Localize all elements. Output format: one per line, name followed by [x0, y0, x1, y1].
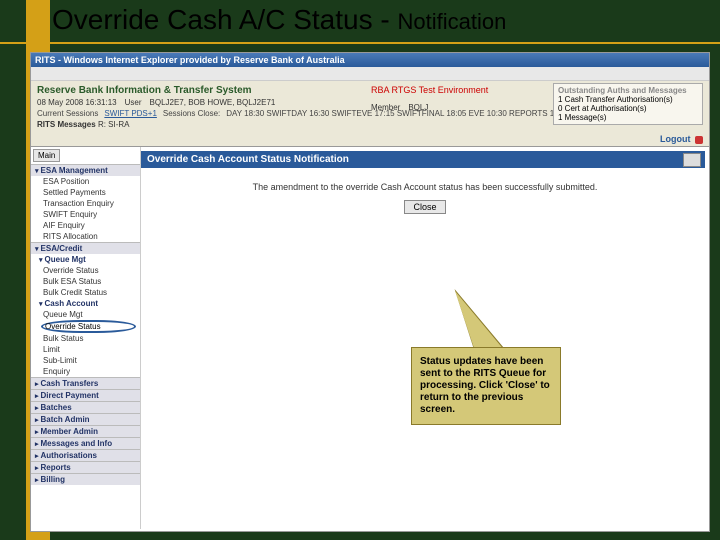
sidebar-section-header[interactable]: Cash Transfers	[31, 377, 140, 389]
sidebar-subheader[interactable]: Cash Account	[31, 298, 140, 309]
instruction-callout: Status updates have been sent to the RIT…	[411, 347, 561, 425]
sessions-close-label: Sessions Close:	[163, 109, 220, 118]
sessions-label: Current Sessions	[37, 109, 98, 118]
printer-icon[interactable]	[683, 153, 701, 167]
header-date: 08 May 2008 16:31:13	[37, 98, 117, 107]
user-value: BQLJ2E7, BOB HOWE, BQLJ2E71	[150, 98, 276, 107]
sidebar-item[interactable]: SWIFT Enquiry	[31, 209, 140, 220]
rits-messages: R: SI-RA	[98, 120, 130, 129]
auths-line: 1 Message(s)	[558, 113, 698, 122]
sidebar-item[interactable]: Bulk Credit Status	[31, 287, 140, 298]
sidebar-section-header[interactable]: Batches	[31, 401, 140, 413]
browser-toolbar	[31, 67, 709, 81]
sidebar-section-header[interactable]: ESA/Credit	[31, 242, 140, 254]
auths-title: Outstanding Auths and Messages	[558, 86, 698, 95]
sidebar-section-header[interactable]: Reports	[31, 461, 140, 473]
rits-messages-label: RITS Messages	[37, 120, 96, 129]
sidebar-item[interactable]: Transaction Enquiry	[31, 198, 140, 209]
sidebar-item[interactable]: Sub-Limit	[31, 355, 140, 366]
sidebar-item[interactable]: Override Status	[31, 265, 140, 276]
sidebar-item[interactable]: Settled Payments	[31, 187, 140, 198]
auths-line: 0 Cert at Authorisation(s)	[558, 104, 698, 113]
auths-line: 1 Cash Transfer Authorisation(s)	[558, 95, 698, 104]
sidebar-item[interactable]: Enquiry	[31, 366, 140, 377]
callout-tail	[447, 291, 505, 351]
content-title-text: Override Cash Account Status Notificatio…	[147, 154, 349, 165]
window-title-bar: RITS - Windows Internet Explorer provide…	[31, 53, 709, 67]
sidebar-section-header[interactable]: Billing	[31, 473, 140, 485]
sidebar-item-selected[interactable]: Override Status	[41, 320, 136, 333]
content-area: Override Cash Account Status Notificatio…	[141, 147, 709, 529]
app-header: Reserve Bank Information & Transfer Syst…	[31, 81, 709, 147]
browser-window: RITS - Windows Internet Explorer provide…	[30, 52, 710, 532]
outstanding-auths-box[interactable]: Outstanding Auths and Messages 1 Cash Tr…	[553, 83, 703, 125]
main-button[interactable]: Main	[33, 149, 60, 162]
environment-label: RBA RTGS Test Environment	[371, 85, 488, 95]
logout-link[interactable]: Logout	[660, 134, 703, 144]
sidebar-item[interactable]: ESA Position	[31, 176, 140, 187]
sidebar-section-header[interactable]: Batch Admin	[31, 413, 140, 425]
logout-icon	[695, 136, 703, 144]
sidebar-section-header[interactable]: Messages and Info	[31, 437, 140, 449]
sidebar-section-header[interactable]: ESA Management	[31, 164, 140, 176]
content-title: Override Cash Account Status Notificatio…	[141, 151, 705, 168]
slide-underline	[0, 42, 720, 44]
sidebar-item[interactable]: AIF Enquiry	[31, 220, 140, 231]
sidebar-item[interactable]: Bulk Status	[31, 333, 140, 344]
sidebar-subheader[interactable]: Queue Mgt	[31, 254, 140, 265]
sessions-link[interactable]: SWIFT PDS+1	[104, 109, 157, 118]
slide-title: Override Cash A/C Status - Notification	[52, 4, 712, 36]
sidebar-item[interactable]: Bulk ESA Status	[31, 276, 140, 287]
sidebar: Main ESA ManagementESA PositionSettled P…	[31, 147, 141, 529]
sidebar-section-header[interactable]: Direct Payment	[31, 389, 140, 401]
user-label: User	[125, 98, 142, 107]
sidebar-item[interactable]: Queue Mgt	[31, 309, 140, 320]
sidebar-section-header[interactable]: Member Admin	[31, 425, 140, 437]
logout-label: Logout	[660, 134, 691, 144]
close-button[interactable]: Close	[404, 200, 445, 214]
notification-message: The amendment to the override Cash Accou…	[161, 182, 689, 192]
sidebar-item[interactable]: Limit	[31, 344, 140, 355]
slide-title-main: Override Cash A/C Status -	[52, 4, 397, 35]
member-label: Member	[371, 103, 400, 112]
sidebar-item[interactable]: RITS Allocation	[31, 231, 140, 242]
sidebar-section-header[interactable]: Authorisations	[31, 449, 140, 461]
slide-title-sub: Notification	[397, 9, 506, 34]
member-value: BQLJ	[408, 103, 428, 112]
